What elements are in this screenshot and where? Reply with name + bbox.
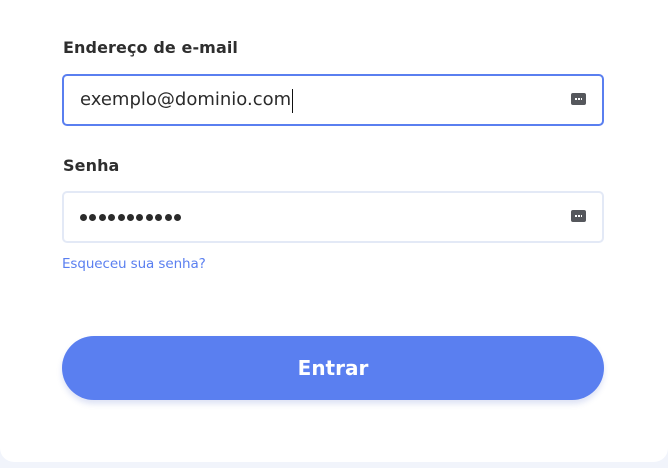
email-field[interactable]: exemplo@dominio.com bbox=[62, 74, 604, 126]
email-label: Endereço de e-mail bbox=[63, 38, 239, 57]
password-mask[interactable] bbox=[80, 193, 181, 241]
keyboard-icon[interactable] bbox=[571, 210, 586, 222]
login-button[interactable]: Entrar bbox=[62, 336, 604, 400]
password-dot bbox=[155, 213, 163, 221]
password-dot bbox=[108, 213, 116, 221]
email-value[interactable]: exemplo@dominio.com bbox=[80, 76, 291, 124]
password-dot bbox=[164, 213, 172, 221]
password-label: Senha bbox=[63, 156, 120, 175]
keyboard-icon[interactable] bbox=[571, 93, 586, 105]
password-dot bbox=[173, 213, 181, 221]
password-dot bbox=[117, 213, 125, 221]
password-dot bbox=[136, 213, 144, 221]
password-dot bbox=[80, 213, 87, 221]
password-dot bbox=[126, 213, 134, 221]
login-card: Endereço de e-mail exemplo@dominio.com S… bbox=[0, 0, 668, 462]
password-dot bbox=[98, 213, 106, 221]
password-field[interactable] bbox=[62, 191, 604, 243]
password-dot bbox=[89, 213, 97, 221]
password-dot bbox=[145, 213, 153, 221]
text-cursor bbox=[292, 89, 293, 113]
forgot-password-link[interactable]: Esqueceu sua senha? bbox=[62, 256, 206, 272]
